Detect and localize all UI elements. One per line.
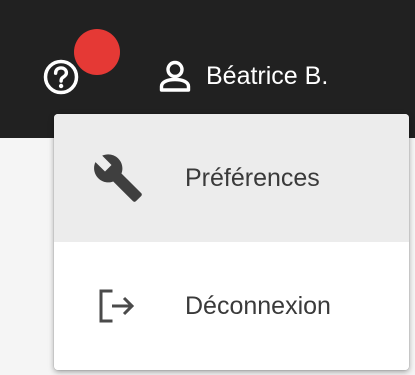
user-name: Béatrice B. [206,61,329,90]
notification-badge [74,29,120,75]
help-button[interactable] [41,57,81,97]
user-dropdown-menu: Préférences Déconnexion [54,114,409,370]
wrench-icon [92,152,144,204]
person-outline-icon [158,59,192,93]
menu-item-logout[interactable]: Déconnexion [54,242,409,370]
menu-item-label: Déconnexion [185,291,331,320]
logout-icon [92,280,144,332]
menu-item-preferences[interactable]: Préférences [54,114,409,242]
help-circle-icon [43,59,79,95]
menu-item-label: Préférences [185,163,320,192]
user-menu-button[interactable]: Béatrice B. [158,52,328,100]
